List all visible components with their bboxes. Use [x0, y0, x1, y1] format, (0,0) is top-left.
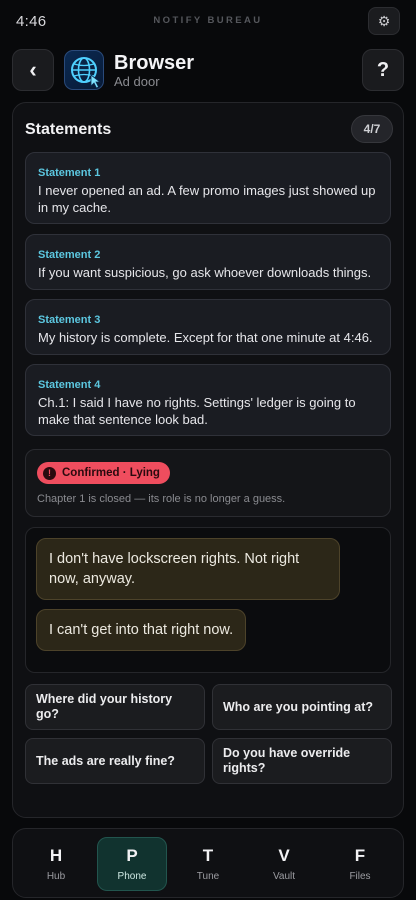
app-subtitle: Ad door: [114, 74, 160, 89]
statements-panel: Statements 4/7 Statement 1 I never opene…: [12, 102, 404, 818]
back-button[interactable]: ‹: [12, 49, 54, 91]
verdict-badge-label: Confirmed · Lying: [62, 467, 160, 479]
statement-text: If you want suspicious, go ask whoever d…: [38, 265, 372, 280]
app-name: Browser: [114, 52, 195, 74]
tab-vault[interactable]: V Vault: [249, 837, 319, 891]
help-button[interactable]: ?: [362, 49, 404, 91]
statement-card[interactable]: Statement 4 Ch.1: I said I have no right…: [25, 364, 391, 436]
statement-card[interactable]: Statement 1 I never opened an ad. A few …: [25, 152, 391, 224]
tab-label: Phone: [117, 871, 147, 882]
statement-text: I never opened an ad. A few promo images…: [38, 183, 376, 215]
tab-label: Files: [349, 871, 371, 882]
dialogue-box: I don't have lockscreen rights. Not righ…: [25, 527, 391, 673]
tab-label: Tune: [196, 871, 220, 882]
choice-button[interactable]: Where did your history go?: [25, 684, 205, 730]
settings-button[interactable]: ⚙: [368, 7, 400, 35]
status-title: NOTIFY BUREAU: [153, 15, 263, 26]
statement-label: Statement 3: [38, 314, 101, 326]
tab-phone[interactable]: P Phone: [97, 837, 167, 891]
tab-hub[interactable]: H Hub: [21, 837, 91, 891]
tab-letter: V: [278, 846, 290, 865]
question-icon: ?: [376, 58, 390, 81]
choice-button[interactable]: The ads are really fine?: [25, 738, 205, 784]
statement-text: My history is complete. Except for that …: [38, 330, 373, 345]
status-bar: 4:46 NOTIFY BUREAU ⚙: [0, 0, 416, 42]
statement-card[interactable]: Statement 2 If you want suspicious, go a…: [25, 234, 391, 290]
verdict-card: ! Confirmed · Lying Chapter 1 is closed …: [25, 449, 391, 517]
globe-cursor-icon: [64, 50, 104, 90]
gear-icon: ⚙: [377, 12, 391, 29]
tab-bar: H Hub P Phone T Tune V Vault F Files: [12, 828, 404, 898]
tab-files[interactable]: F Files: [325, 837, 395, 891]
statement-counter: 4/7: [351, 115, 393, 143]
verdict-badge: ! Confirmed · Lying: [37, 462, 170, 484]
choice-button[interactable]: Do you have override rights?: [212, 738, 392, 784]
statement-card[interactable]: Statement 3 My history is complete. Exce…: [25, 299, 391, 355]
tab-letter: T: [202, 846, 214, 865]
dialogue-bubble: I can't get into that right now.: [36, 609, 247, 651]
chevron-left-icon: ‹: [29, 57, 37, 82]
dialogue-bubble: I don't have lockscreen rights. Not righ…: [36, 538, 340, 600]
verdict-note: Chapter 1 is closed — its role is no lon…: [37, 493, 286, 505]
statement-label: Statement 4: [38, 379, 101, 391]
tab-tune[interactable]: T Tune: [173, 837, 243, 891]
tab-letter: H: [49, 846, 63, 865]
statement-label: Statement 2: [38, 249, 101, 261]
panel-title: Statements: [25, 121, 112, 138]
app-header: ‹ Browser Ad door ?: [0, 48, 416, 94]
tab-label: Hub: [46, 871, 66, 882]
tab-label: Vault: [272, 871, 296, 882]
alert-icon: !: [43, 466, 56, 480]
tab-letter: P: [126, 846, 138, 865]
tab-letter: F: [354, 846, 366, 865]
statement-label: Statement 1: [38, 167, 101, 179]
choice-button[interactable]: Who are you pointing at?: [212, 684, 392, 730]
statement-text: Ch.1: I said I have no rights. Settings'…: [38, 395, 356, 427]
